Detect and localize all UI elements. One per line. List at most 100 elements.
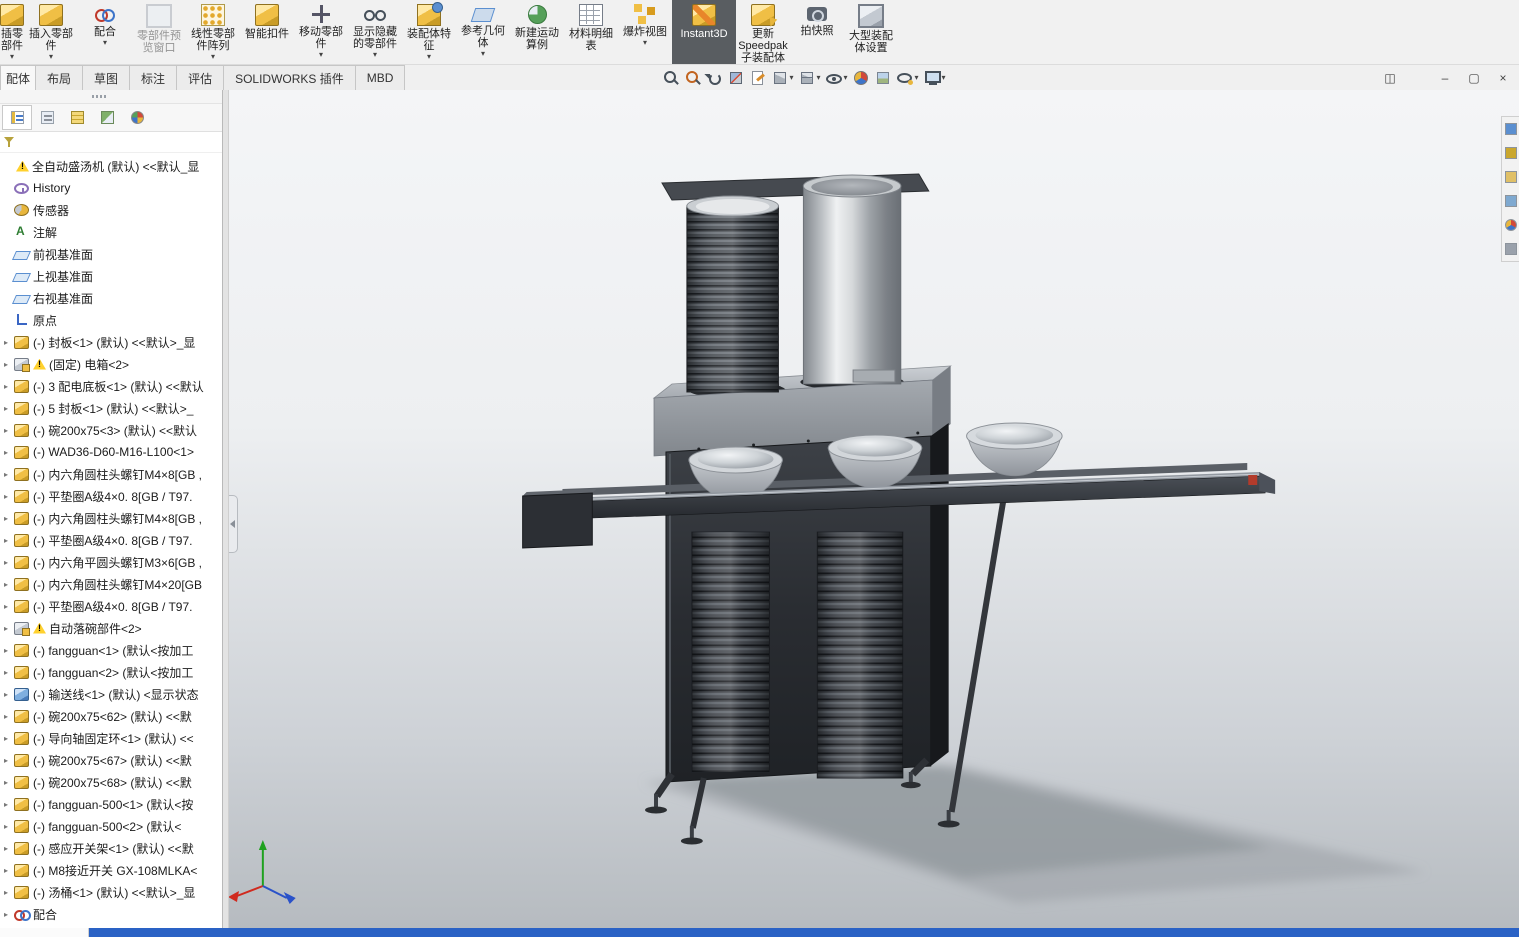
view-settings-button[interactable]	[896, 67, 919, 89]
close-button[interactable]: ×	[1493, 69, 1513, 87]
expand-caret-icon[interactable]	[4, 536, 13, 545]
previous-view-button[interactable]	[705, 67, 723, 89]
displaymanager-tab[interactable]	[122, 105, 152, 130]
panel-collapse-handle[interactable]	[229, 495, 238, 553]
tree-item-component[interactable]: (-) fangguan-500<2> (默认<	[0, 815, 222, 837]
design-library-tab[interactable]	[1503, 144, 1518, 162]
edit-component-partial-button[interactable]: 插零部件	[0, 0, 24, 64]
dropdown-arrow-icon[interactable]	[103, 39, 107, 47]
apply-scene-button[interactable]	[874, 67, 892, 89]
tree-item-component[interactable]: (-) 内六角平圆头螺钉M3×6[GB ,	[0, 551, 222, 573]
dropdown-arrow-icon[interactable]	[789, 74, 793, 82]
tree-item-sensors[interactable]: 传感器	[0, 199, 222, 221]
tree-item-history[interactable]: History	[0, 177, 222, 199]
instant3d-button[interactable]: Instant3D	[672, 0, 736, 64]
expand-caret-icon[interactable]	[4, 492, 13, 501]
tab-solidworks-addins[interactable]: SOLIDWORKS 插件	[223, 65, 356, 90]
new-motion-study-button[interactable]: 新建运动算例	[510, 0, 564, 64]
bellows-right[interactable]	[816, 531, 904, 779]
expand-caret-icon[interactable]	[4, 558, 13, 567]
tree-item-top-plane[interactable]: 上视基准面	[0, 265, 222, 287]
dropdown-arrow-icon[interactable]	[816, 74, 820, 82]
large-assembly-settings-button[interactable]: 大型装配体设置	[844, 0, 898, 64]
expand-caret-icon[interactable]	[4, 602, 13, 611]
expand-caret-icon[interactable]	[4, 448, 13, 457]
tab-layout[interactable]: 布局	[35, 65, 84, 90]
tree-item-origin[interactable]: 原点	[0, 309, 222, 331]
full-screen-button[interactable]	[924, 67, 947, 89]
dropdown-arrow-icon[interactable]	[481, 50, 485, 58]
tab-mbd[interactable]: MBD	[354, 65, 406, 90]
propertymanager-tab[interactable]	[32, 105, 62, 130]
tree-item-mates[interactable]: 配合	[0, 903, 222, 925]
taskbar[interactable]	[0, 928, 1519, 937]
expand-caret-icon[interactable]	[4, 910, 13, 919]
dropdown-arrow-icon[interactable]	[10, 53, 14, 61]
tree-item-component[interactable]: (-) 封板<1> (默认) <<默认>_显	[0, 331, 222, 353]
expand-caret-icon[interactable]	[4, 690, 13, 699]
tab-assembly[interactable]: 配体	[0, 65, 37, 90]
zoom-to-area-button[interactable]	[683, 67, 701, 89]
tree-item-component[interactable]: (-) 平垫圈A级4×0. 8[GB / T97.	[0, 529, 222, 551]
edit-appearance-button[interactable]	[852, 67, 870, 89]
tree-item-component[interactable]: (-) fangguan<1> (默认<按加工	[0, 639, 222, 661]
tree-item-component[interactable]: (-) 平垫圈A级4×0. 8[GB / T97.	[0, 595, 222, 617]
expand-caret-icon[interactable]	[4, 866, 13, 875]
tab-annotation[interactable]: 标注	[129, 65, 178, 90]
tree-item-component[interactable]: (-) 内六角圆柱头螺钉M4×8[GB ,	[0, 507, 222, 529]
tree-item-component[interactable]: (-) 碗200x75<3> (默认) <<默认	[0, 419, 222, 441]
expand-caret-icon[interactable]	[4, 360, 13, 369]
tree-item-component[interactable]: (-) 5 封板<1> (默认) <<默认>_	[0, 397, 222, 419]
toggle-panes-button[interactable]: ◫	[1380, 69, 1400, 87]
expand-caret-icon[interactable]	[4, 514, 13, 523]
section-view-button[interactable]	[727, 67, 745, 89]
dropdown-arrow-icon[interactable]	[373, 51, 377, 59]
expand-caret-icon[interactable]	[4, 734, 13, 743]
tree-item-component[interactable]: (-) 碗200x75<68> (默认) <<默	[0, 771, 222, 793]
mate-button[interactable]: 配合	[78, 0, 132, 64]
dropdown-arrow-icon[interactable]	[211, 53, 215, 61]
take-snapshot-button[interactable]: 拍快照	[790, 0, 844, 64]
expand-caret-icon[interactable]	[4, 822, 13, 831]
linear-component-pattern-button[interactable]: 线性零部件阵列	[186, 0, 240, 64]
view-palette-tab[interactable]	[1503, 192, 1518, 210]
expand-caret-icon[interactable]	[4, 800, 13, 809]
tree-item-component[interactable]: (-) 导向轴固定环<1> (默认) <<	[0, 727, 222, 749]
file-explorer-tab[interactable]	[1503, 168, 1518, 186]
dropdown-arrow-icon[interactable]	[643, 39, 647, 47]
expand-caret-icon[interactable]	[4, 712, 13, 721]
insert-components-button[interactable]: 插入零部件	[24, 0, 78, 64]
tree-item-component[interactable]: (-) 输送线<1> (默认) <显示状态	[0, 683, 222, 705]
solidworks-resources-tab[interactable]	[1503, 120, 1518, 138]
tree-item-component[interactable]: (-) 平垫圈A级4×0. 8[GB / T97.	[0, 485, 222, 507]
assembly-features-button[interactable]: 装配体特征	[402, 0, 456, 64]
tree-item-right-plane[interactable]: 右视基准面	[0, 287, 222, 309]
display-style-button[interactable]	[771, 67, 794, 89]
conveyor-end-sensor[interactable]	[1248, 475, 1258, 485]
configurationmanager-tab[interactable]	[62, 105, 92, 130]
expand-caret-icon[interactable]	[4, 888, 13, 897]
dropdown-arrow-icon[interactable]	[942, 74, 946, 82]
move-component-button[interactable]: 移动零部件	[294, 0, 348, 64]
tree-item-component[interactable]: (-) 碗200x75<67> (默认) <<默	[0, 749, 222, 771]
tree-item-component[interactable]: (-) WAD36-D60-M16-L100<1>	[0, 441, 222, 463]
panel-splitter-handle[interactable]	[0, 90, 222, 104]
update-speedpak-button[interactable]: 更新Speedpak子装配体	[736, 0, 790, 64]
bowl-stack[interactable]	[686, 195, 779, 393]
tab-sketch[interactable]: 草图	[82, 65, 131, 90]
annotation-view-button[interactable]	[749, 67, 767, 89]
bill-of-materials-button[interactable]: 材料明细表	[564, 0, 618, 64]
expand-caret-icon[interactable]	[4, 470, 13, 479]
dropdown-arrow-icon[interactable]	[843, 74, 847, 82]
expand-caret-icon[interactable]	[4, 844, 13, 853]
featuremanager-tab[interactable]	[2, 105, 32, 130]
dropdown-arrow-icon[interactable]	[319, 51, 323, 59]
bowl-right[interactable]	[966, 422, 1063, 477]
custom-properties-tab[interactable]	[1503, 240, 1518, 258]
tree-item-component[interactable]: (固定) 电箱<2>	[0, 353, 222, 375]
expand-caret-icon[interactable]	[4, 778, 13, 787]
appearances-tab[interactable]	[1503, 216, 1518, 234]
bellows-left[interactable]	[691, 531, 770, 773]
tree-item-component[interactable]: (-) fangguan-500<1> (默认<按	[0, 793, 222, 815]
minimize-button[interactable]: –	[1435, 69, 1455, 87]
